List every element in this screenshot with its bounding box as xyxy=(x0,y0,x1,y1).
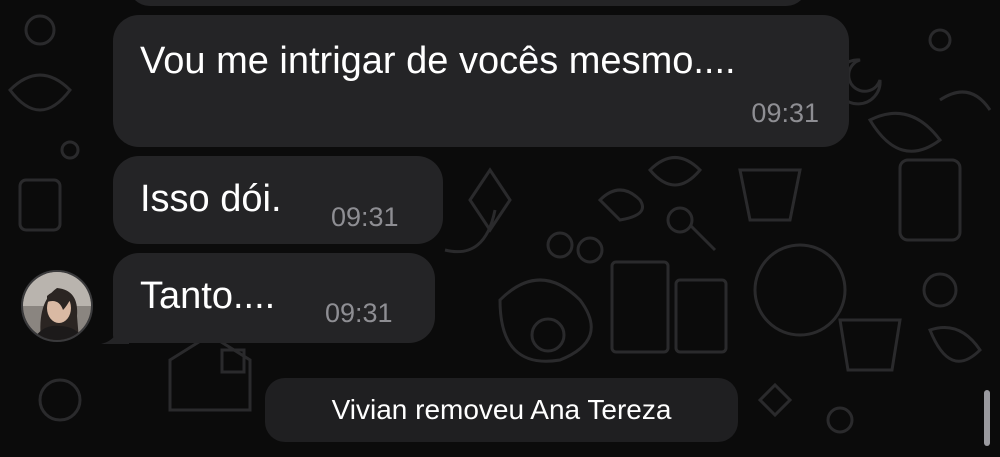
message-time: 09:31 xyxy=(325,298,393,328)
message-text: Tanto.... xyxy=(140,275,276,317)
avatar-photo-icon xyxy=(23,272,91,340)
message-bubble[interactable]: Vou me intrigar de vocês mesmo.... 09:31 xyxy=(113,15,849,147)
message-text: Isso dói. xyxy=(140,178,282,220)
system-notice: Vivian removeu Ana Tereza xyxy=(265,378,738,442)
message-time: 09:31 xyxy=(331,202,399,232)
message-bubble[interactable]: Isso dói. 09:31 xyxy=(113,156,443,244)
system-notice-text: Vivian removeu Ana Tereza xyxy=(331,394,672,425)
message-time: 09:31 xyxy=(751,98,819,128)
message-text: Vou me intrigar de vocês mesmo.... xyxy=(140,40,736,82)
message-bubble[interactable]: Tanto.... 09:31 xyxy=(113,253,435,343)
previous-message-bubble-edge xyxy=(128,0,808,6)
scrollbar-thumb[interactable] xyxy=(984,390,990,446)
sender-avatar[interactable] xyxy=(21,270,93,342)
